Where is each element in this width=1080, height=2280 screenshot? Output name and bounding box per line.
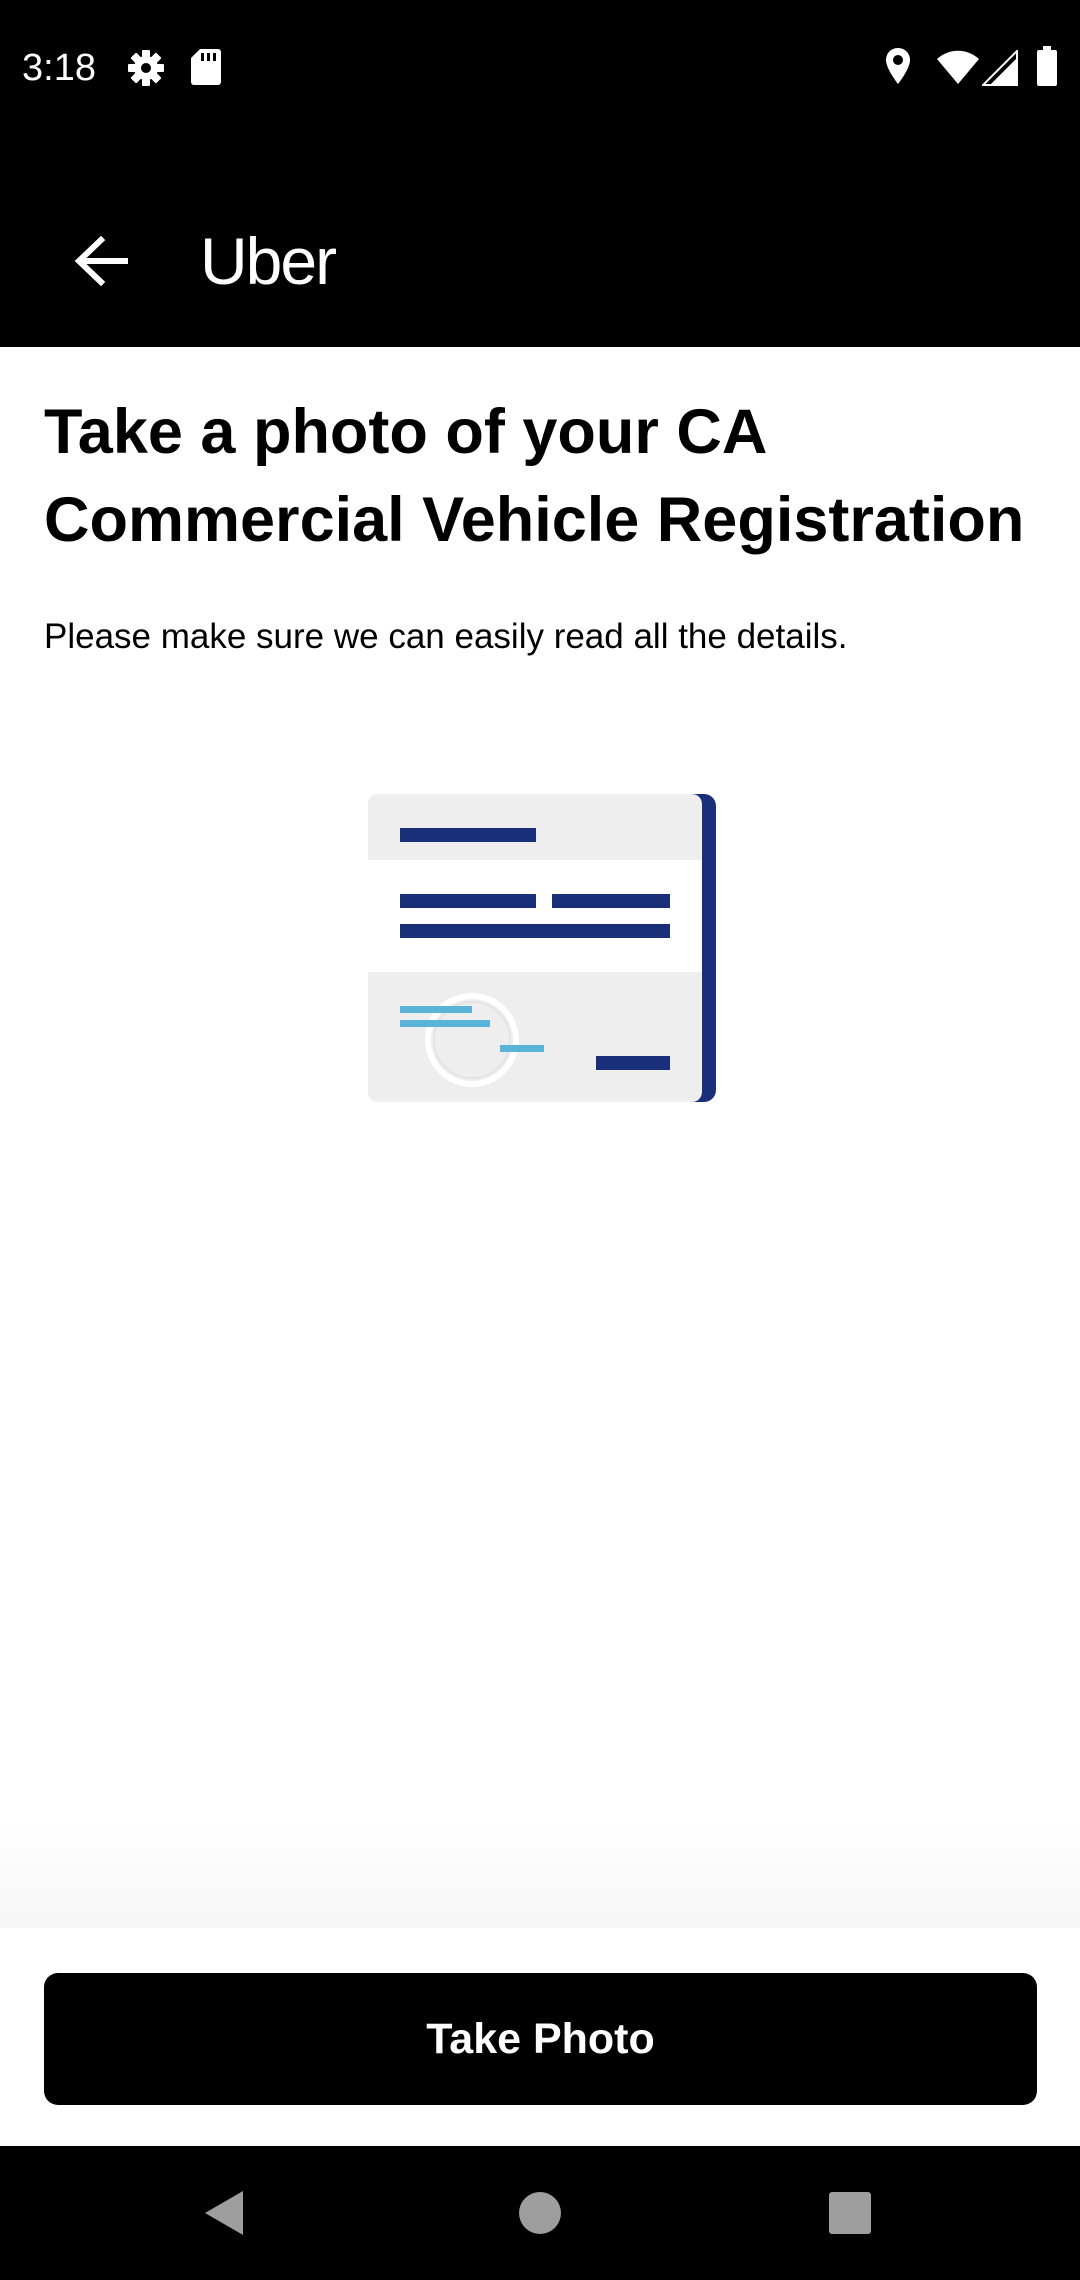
app-title: Uber — [200, 224, 337, 298]
arrow-left-icon — [74, 236, 128, 286]
document-illustration — [368, 794, 716, 1102]
nav-home-button[interactable] — [503, 2176, 577, 2250]
nav-back-icon — [205, 2191, 243, 2235]
back-button[interactable] — [56, 208, 146, 314]
status-time: 3:18 — [22, 47, 96, 89]
app-bar — [0, 134, 1080, 347]
battery-icon — [1037, 46, 1057, 86]
nav-recents-icon — [829, 2192, 871, 2234]
location-icon — [886, 48, 910, 84]
nav-back-button[interactable] — [188, 2176, 262, 2250]
signal-icon — [982, 50, 1018, 86]
nav-home-icon — [519, 2192, 561, 2234]
page-title: Take a photo of your CA Commercial Vehic… — [44, 397, 1025, 555]
gear-icon — [128, 50, 164, 86]
status-bar: 3:18 — [0, 0, 1080, 134]
wifi-icon — [937, 50, 979, 84]
document-band — [368, 860, 702, 972]
sd-card-icon — [191, 49, 221, 85]
take-photo-button[interactable]: Take Photo — [44, 1973, 1037, 2105]
bottom-fade — [0, 1820, 1080, 1928]
page-subtitle: Please make sure we can easily read all … — [44, 617, 848, 656]
nav-recents-button[interactable] — [813, 2176, 887, 2250]
